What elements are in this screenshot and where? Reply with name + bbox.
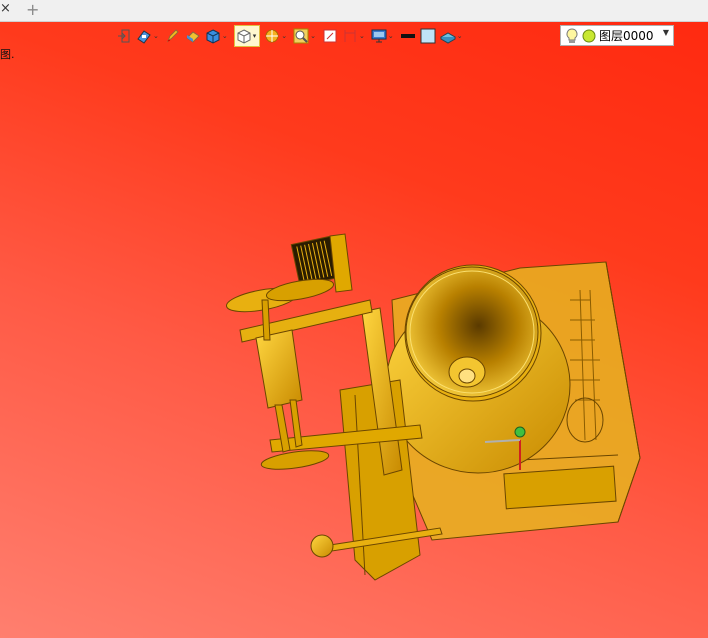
3d-model[interactable]: [0, 0, 708, 638]
machine-assembly: [226, 233, 641, 581]
